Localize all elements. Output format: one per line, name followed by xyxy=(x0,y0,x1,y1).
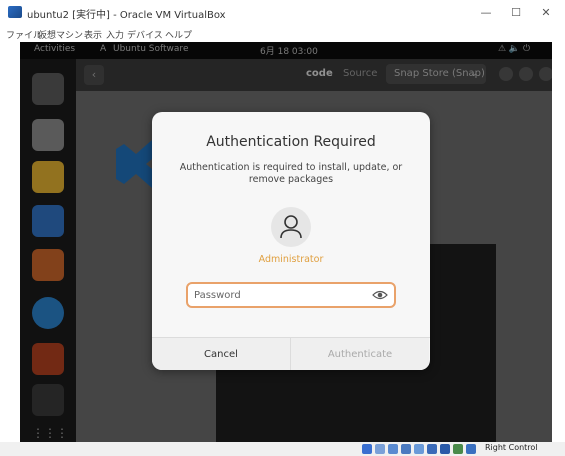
vt-icon[interactable] xyxy=(466,444,476,454)
menu-input[interactable]: 入力 xyxy=(106,28,124,41)
user-name: Administrator xyxy=(258,254,324,265)
minimize-button[interactable]: — xyxy=(478,6,494,19)
dialog-description: Authentication is required to install, u… xyxy=(179,162,403,185)
display-icon[interactable] xyxy=(440,444,450,454)
menu-help[interactable]: ヘルプ xyxy=(165,28,192,41)
user-avatar xyxy=(271,207,311,247)
password-field[interactable] xyxy=(186,282,396,308)
dialog-buttons: Cancel Authenticate xyxy=(152,337,430,370)
authenticate-button[interactable]: Authenticate xyxy=(291,338,429,370)
host-key-label: Right Control xyxy=(485,443,538,452)
host-titlebar: ubuntu2 [実行中] - Oracle VM VirtualBox — ☐… xyxy=(0,0,565,28)
close-button[interactable]: ✕ xyxy=(538,6,554,19)
menu-machine[interactable]: 仮想マシン xyxy=(38,28,83,41)
maximize-button[interactable]: ☐ xyxy=(508,6,524,19)
user-icon xyxy=(280,215,302,239)
audio-icon[interactable] xyxy=(388,444,398,454)
network-icon[interactable] xyxy=(401,444,411,454)
password-input[interactable] xyxy=(194,287,364,303)
window-title: ubuntu2 [実行中] - Oracle VM VirtualBox xyxy=(27,10,226,21)
show-password-eye-icon[interactable] xyxy=(372,288,388,302)
virtualbox-icon xyxy=(8,6,22,18)
vm-display: Activities A Ubuntu Software 6月 18 03:00… xyxy=(20,42,552,442)
menu-devices[interactable]: デバイス xyxy=(127,28,163,41)
dialog-title: Authentication Required xyxy=(206,134,376,150)
usb-icon[interactable] xyxy=(414,444,424,454)
menu-file[interactable]: ファイル xyxy=(6,28,42,41)
recording-icon[interactable] xyxy=(453,444,463,454)
menu-view[interactable]: 表示 xyxy=(84,28,102,41)
host-statusbar: Right Control xyxy=(0,442,565,456)
cancel-button[interactable]: Cancel xyxy=(152,338,290,370)
auth-dialog: Authentication Required Authentication i… xyxy=(152,112,430,370)
shared-folders-icon[interactable] xyxy=(427,444,437,454)
optical-drive-icon[interactable] xyxy=(375,444,385,454)
hdd-icon[interactable] xyxy=(362,444,372,454)
host-menubar: ファイル 仮想マシン 表示 入力 デバイス ヘルプ xyxy=(0,28,565,42)
